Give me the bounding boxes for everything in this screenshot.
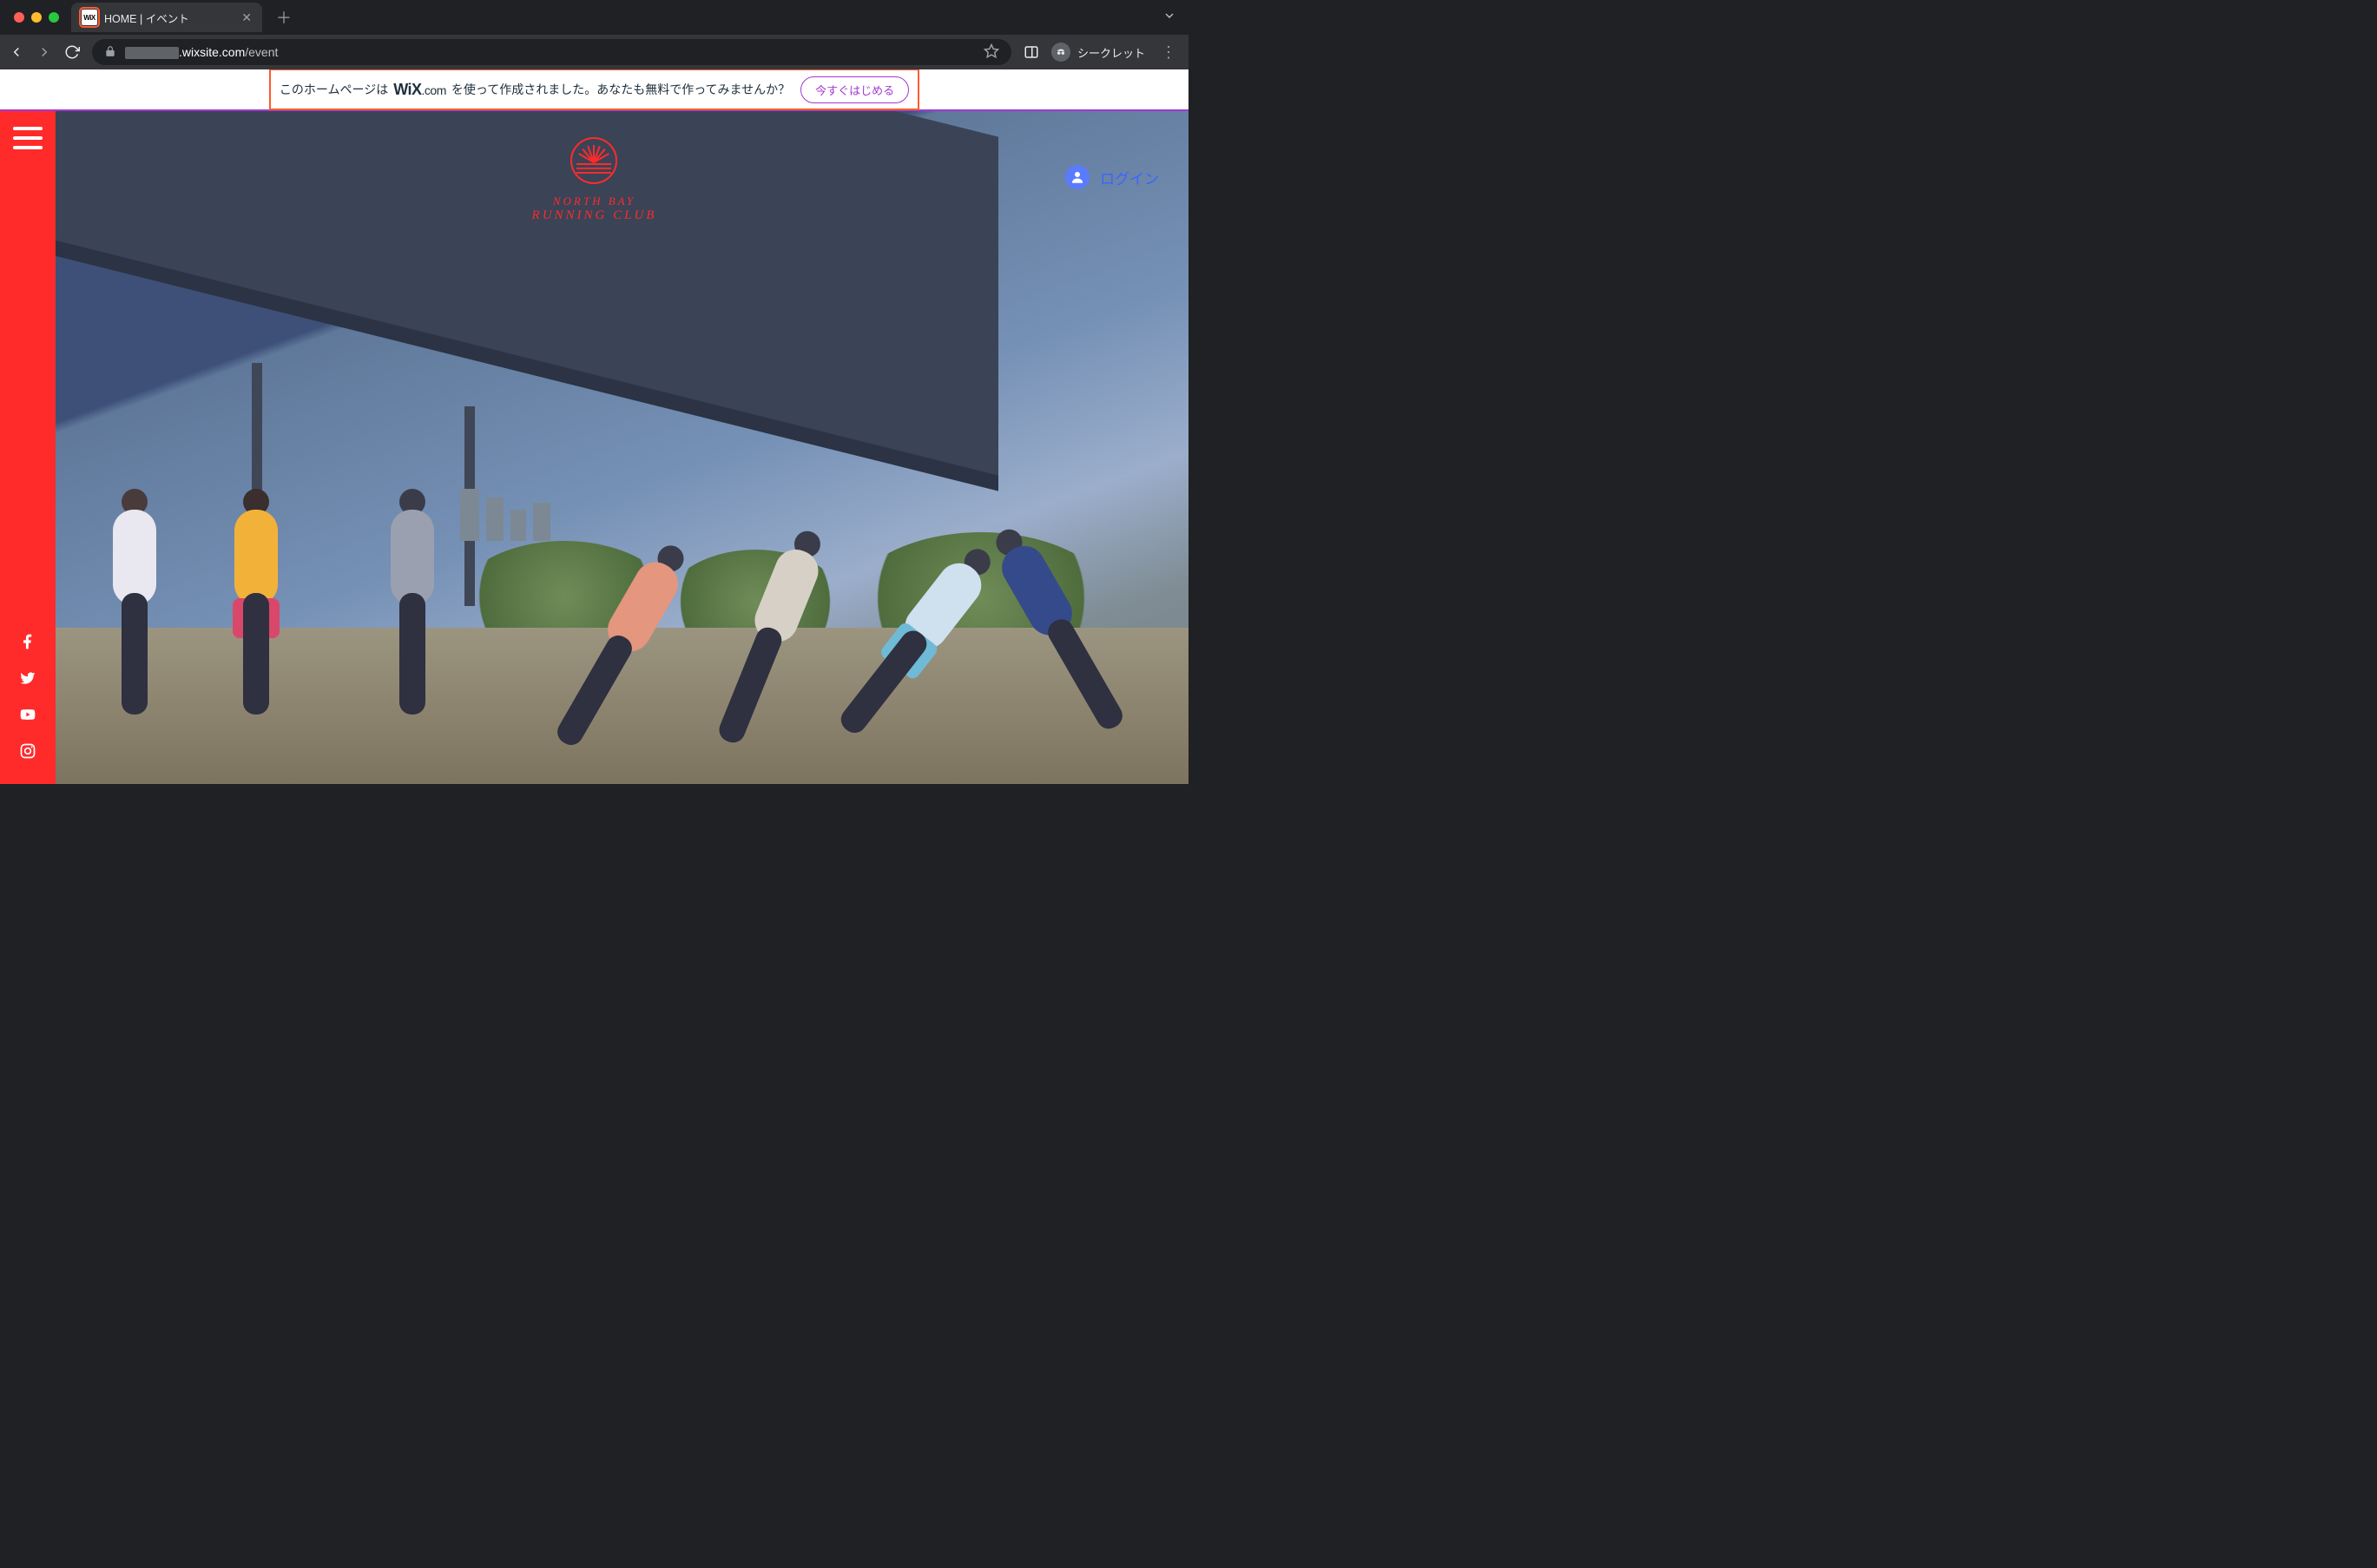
incognito-label: シークレット (1077, 44, 1145, 61)
logo-sunrise-icon (571, 137, 618, 184)
address-bar: .wixsite.com/event シークレット ⋮ (0, 35, 1188, 69)
nav-forward-button[interactable] (36, 44, 52, 60)
url-text: .wixsite.com/event (125, 45, 278, 59)
url-input[interactable]: .wixsite.com/event (92, 39, 1011, 65)
window-close-button[interactable] (14, 12, 24, 23)
bookmark-star-button[interactable] (984, 43, 999, 62)
browser-tab[interactable]: WiX HOME | イベント ✕ (71, 3, 262, 32)
chrome-menu-button[interactable]: ⋮ (1157, 43, 1180, 62)
instagram-icon[interactable] (19, 742, 36, 760)
panel-toggle-button[interactable] (1024, 44, 1039, 60)
nav-back-button[interactable] (9, 44, 24, 60)
window-zoom-button[interactable] (49, 12, 59, 23)
side-rail (0, 111, 56, 784)
user-avatar-icon (1065, 165, 1090, 189)
wix-banner-text-before: このホームページは (280, 81, 388, 98)
logo-text-line2: RUNNING CLUB (532, 208, 657, 223)
incognito-icon (1051, 43, 1070, 62)
logo-text-line1: NORTH BAY (532, 194, 657, 208)
wix-start-now-button[interactable]: 今すぐはじめる (800, 76, 909, 103)
wix-logo-icon: WiX.com (393, 81, 446, 99)
window-controls (9, 12, 64, 23)
menu-hamburger-button[interactable] (13, 127, 43, 149)
browser-chrome: WiX HOME | イベント ✕ ＋ .wixsite.com/event (0, 0, 1188, 69)
page-viewport: このホームページは WiX.com を使って作成されました。あなたも無料で作って… (0, 69, 1188, 784)
tab-close-button[interactable]: ✕ (241, 10, 252, 25)
url-redacted-segment (125, 47, 179, 59)
chrome-right-controls: シークレット ⋮ (1024, 43, 1180, 62)
wix-banner-text-after: を使って作成されました。あなたも無料で作ってみませんか？ (451, 81, 790, 98)
incognito-indicator[interactable]: シークレット (1051, 43, 1145, 62)
wix-free-banner: このホームページは WiX.com を使って作成されました。あなたも無料で作って… (0, 69, 1188, 109)
login-button[interactable]: ログイン (1065, 165, 1159, 189)
tab-favicon: WiX (82, 10, 97, 25)
social-links (19, 633, 36, 784)
youtube-icon[interactable] (19, 706, 36, 723)
window-minimize-button[interactable] (31, 12, 42, 23)
new-tab-button[interactable]: ＋ (269, 6, 299, 29)
nav-reload-button[interactable] (64, 44, 80, 60)
tabs-dropdown-button[interactable] (1162, 9, 1188, 27)
twitter-icon[interactable] (19, 669, 36, 687)
facebook-icon[interactable] (19, 633, 36, 650)
tab-title: HOME | イベント (104, 10, 189, 26)
tab-bar: WiX HOME | イベント ✕ ＋ (0, 0, 1188, 35)
login-label: ログイン (1100, 167, 1159, 188)
site-logo[interactable]: NORTH BAY RUNNING CLUB (532, 137, 657, 223)
wix-banner-highlight: このホームページは WiX.com を使って作成されました。あなたも無料で作って… (271, 70, 918, 109)
lock-icon (104, 45, 116, 60)
hero-section: NORTH BAY RUNNING CLUB ログイン (0, 111, 1188, 784)
